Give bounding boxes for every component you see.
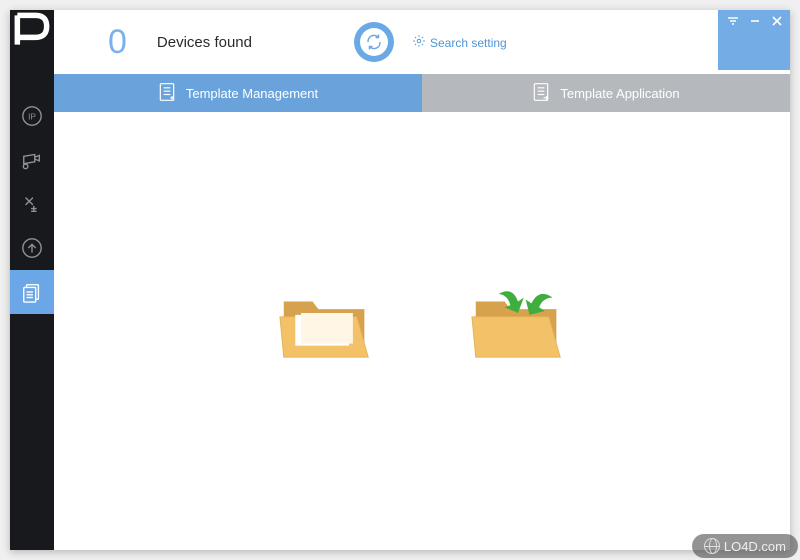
search-setting-link[interactable]: Search setting	[412, 34, 507, 51]
minimize-button[interactable]	[748, 14, 762, 28]
document-add-icon	[158, 82, 176, 105]
folder-row	[54, 288, 790, 366]
watermark-text: LO4D.com	[724, 539, 786, 554]
tab-label: Template Application	[560, 86, 679, 101]
document-apply-icon	[532, 82, 550, 105]
header: 0 Devices found Search setting	[54, 10, 790, 74]
sidebar: IP	[10, 10, 54, 550]
watermark: LO4D.com	[692, 534, 798, 558]
globe-icon	[704, 538, 720, 554]
search-setting-label: Search setting	[430, 36, 507, 50]
tab-template-management[interactable]: Template Management	[54, 74, 422, 112]
open-template-folder[interactable]	[278, 288, 374, 366]
window-controls	[718, 10, 790, 70]
main-panel: 0 Devices found Search setting Template …	[54, 10, 790, 550]
app-logo-icon	[10, 10, 54, 50]
content-area	[54, 112, 790, 550]
gear-icon	[412, 34, 430, 51]
sidebar-item-ip[interactable]: IP	[10, 94, 54, 138]
sidebar-item-upgrade[interactable]	[10, 226, 54, 270]
sidebar-item-tools[interactable]	[10, 182, 54, 226]
close-button[interactable]	[770, 14, 784, 28]
tab-label: Template Management	[186, 86, 318, 101]
devices-found-label: Devices found	[157, 34, 252, 51]
refresh-icon	[360, 28, 388, 56]
tab-bar: Template Management Template Application	[54, 74, 790, 112]
sidebar-item-camera-settings[interactable]	[10, 138, 54, 182]
app-window: IP 0 Devices found Search setting	[10, 10, 790, 550]
import-export-template-folder[interactable]	[470, 288, 566, 366]
window-menu-icon[interactable]	[726, 14, 740, 28]
device-count: 0	[108, 23, 127, 62]
tab-template-application[interactable]: Template Application	[422, 74, 790, 112]
sidebar-item-templates[interactable]	[10, 270, 54, 314]
refresh-button[interactable]	[354, 22, 394, 62]
svg-text:IP: IP	[28, 113, 36, 122]
